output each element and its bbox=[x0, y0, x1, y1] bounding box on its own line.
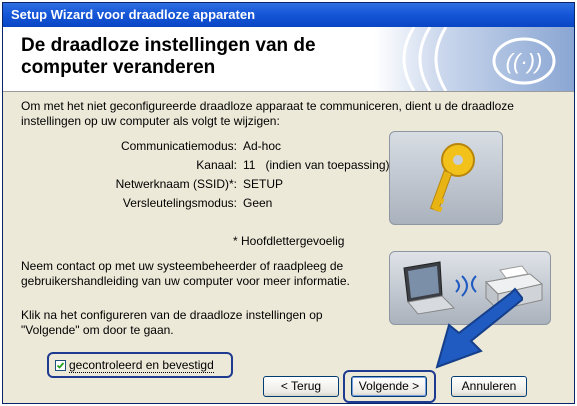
svg-text:((·)): ((·)) bbox=[506, 49, 543, 74]
settings-label: Communicatiemodus: bbox=[120, 139, 237, 153]
settings-label: Netwerknaam (SSID)*: bbox=[115, 177, 237, 191]
window-titlebar: Setup Wizard voor draadloze apparaten bbox=[3, 3, 574, 27]
window-title: Setup Wizard voor draadloze apparaten bbox=[11, 7, 256, 22]
confirm-checkbox[interactable] bbox=[55, 360, 66, 371]
continue-instruction: Klik na het configureren van de draadloz… bbox=[21, 308, 323, 337]
settings-label: Versleutelingsmodus: bbox=[122, 196, 237, 210]
settings-row: Communicatiemodus: Ad-hoc bbox=[63, 139, 403, 158]
wireless-logo-icon: ((·)) bbox=[374, 27, 574, 91]
settings-row: Versleutelingsmodus: Geen bbox=[63, 196, 403, 215]
settings-value: Ad-hoc bbox=[243, 139, 282, 153]
settings-label: Kanaal: bbox=[196, 158, 237, 172]
key-icon bbox=[429, 143, 475, 213]
checkmark-icon bbox=[56, 362, 65, 369]
pointer-arrow-icon bbox=[435, 287, 523, 369]
settings-value: Geen bbox=[243, 196, 273, 210]
confirm-checkbox-label[interactable]: gecontroleerd en bevestigd bbox=[69, 358, 214, 373]
settings-row: Kanaal: 11 (indien van toepassing) bbox=[63, 158, 403, 177]
case-sensitive-note: * Hoofdlettergevoelig bbox=[233, 234, 345, 248]
settings-value: 11 (indien van toepassing) bbox=[243, 158, 390, 172]
settings-row: Netwerknaam (SSID)*: SETUP bbox=[63, 177, 403, 196]
key-image bbox=[389, 131, 503, 225]
contact-text: Neem contact op met uw systeembeheerder … bbox=[21, 259, 350, 288]
intro-text: Om met het niet geconfigureerde draadloz… bbox=[21, 99, 514, 128]
back-button[interactable]: < Terug bbox=[263, 376, 339, 397]
setup-wizard-window: Setup Wizard voor draadloze apparaten De… bbox=[2, 2, 575, 404]
page-title: De draadloze instellingen van de compute… bbox=[21, 35, 316, 78]
settings-value: SETUP bbox=[243, 177, 284, 191]
wizard-header: De draadloze instellingen van de compute… bbox=[3, 27, 574, 92]
cancel-button[interactable]: Annuleren bbox=[451, 376, 527, 397]
confirm-checkbox-row[interactable]: gecontroleerd en bevestigd bbox=[55, 358, 214, 373]
next-button[interactable]: Volgende > bbox=[351, 376, 427, 397]
settings-table: Communicatiemodus: Ad-hoc Kanaal: 11 (in… bbox=[63, 139, 403, 215]
